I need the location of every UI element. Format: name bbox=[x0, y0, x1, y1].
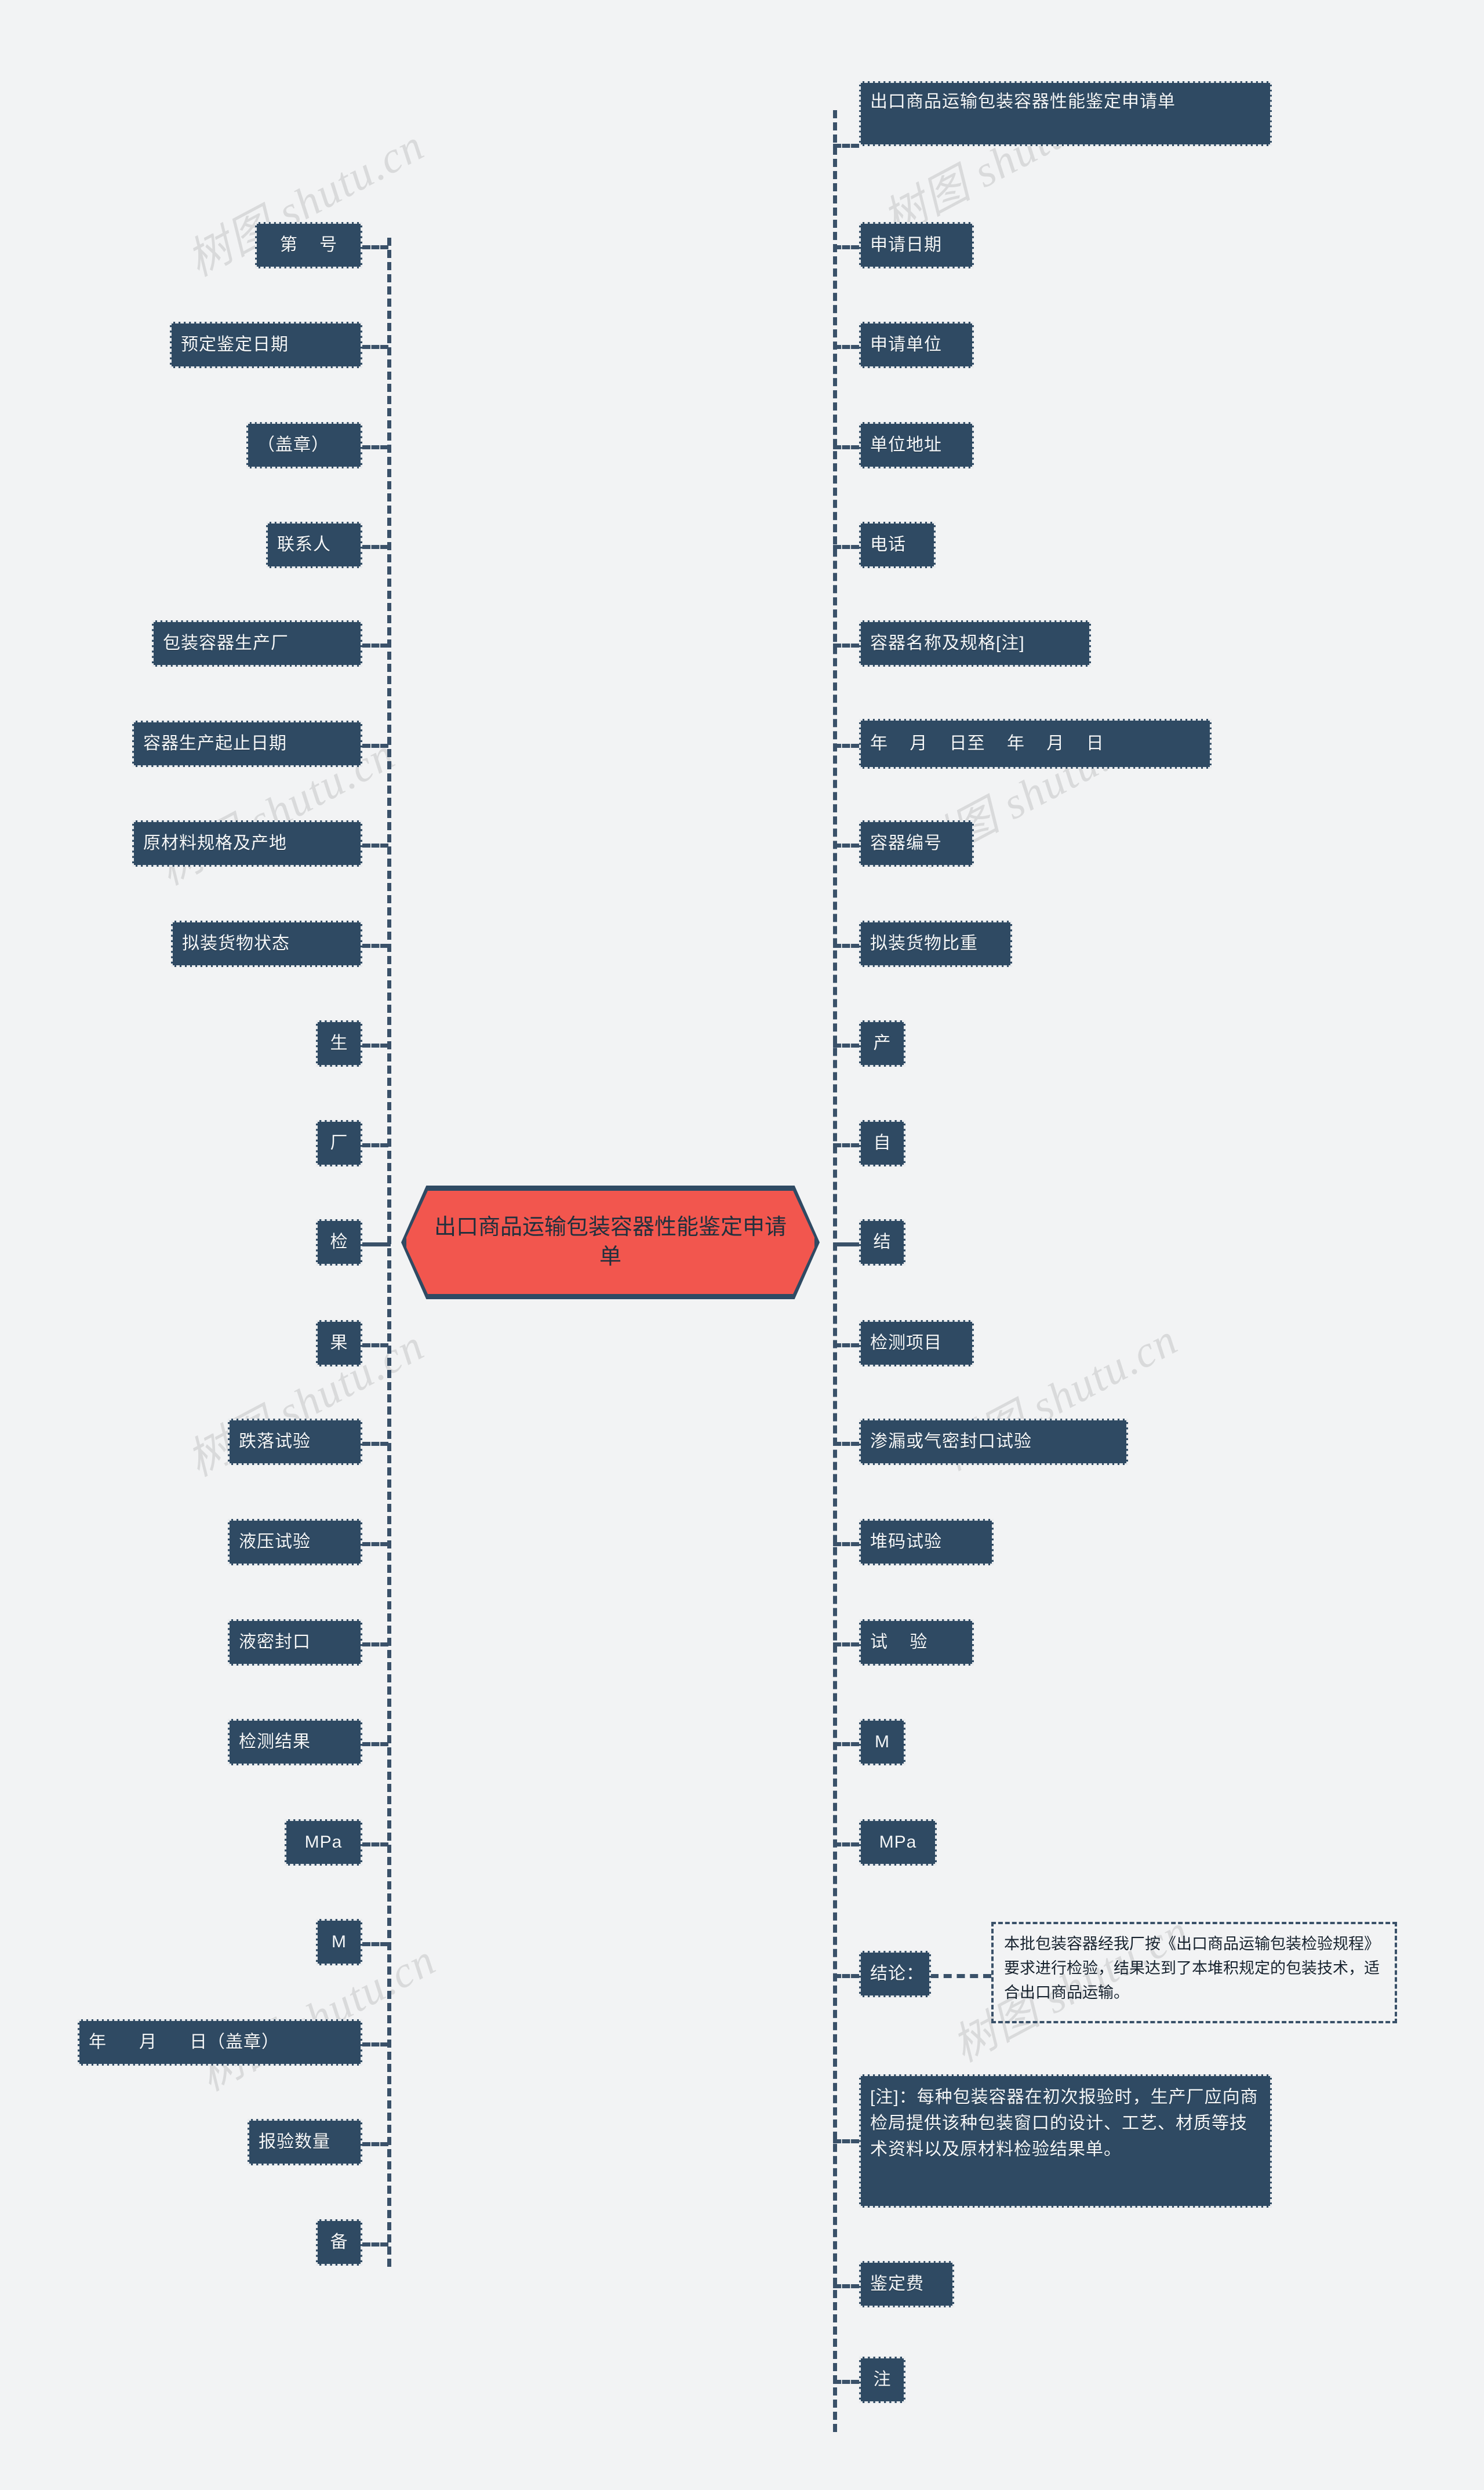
node-right-11[interactable]: 结 bbox=[859, 1219, 905, 1266]
branch-stub bbox=[362, 1242, 388, 1246]
branch-stub bbox=[833, 2284, 859, 2288]
branch-stub bbox=[833, 1442, 859, 1446]
branch-stub bbox=[362, 1742, 388, 1746]
branch-stub bbox=[362, 844, 388, 848]
branch-stub bbox=[362, 1442, 388, 1446]
branch-stub bbox=[833, 1143, 859, 1147]
node-left-0[interactable]: 第 号 bbox=[255, 222, 362, 268]
node-left-11[interactable]: 果 bbox=[316, 1320, 362, 1366]
node-right-18-conclusion-label[interactable]: 结论： bbox=[859, 1951, 931, 1997]
node-left-12[interactable]: 跌落试验 bbox=[228, 1419, 362, 1465]
conclusion-callout: 本批包装容器经我厂按《出口商品运输包装检验规程》要求进行检验，结果达到了本堆积规… bbox=[991, 1922, 1397, 2023]
node-right-1[interactable]: 申请日期 bbox=[859, 222, 974, 268]
mindmap-canvas: 树图 shutu.cn 树图 shutu.cn 树图 shutu.cn 树图 s… bbox=[0, 0, 1484, 2490]
node-right-12[interactable]: 检测项目 bbox=[859, 1320, 974, 1366]
node-left-7[interactable]: 拟装货物状态 bbox=[171, 921, 362, 967]
node-right-21[interactable]: 注 bbox=[859, 2357, 905, 2403]
branch-stub bbox=[833, 245, 859, 249]
right-spine bbox=[833, 110, 837, 2432]
branch-stub bbox=[362, 2042, 388, 2046]
branch-stub bbox=[833, 1242, 859, 1246]
branch-stub bbox=[362, 545, 388, 549]
node-right-19-note[interactable]: [注]：每种包装容器在初次报验时，生产厂应向商检局提供该种包装窗口的设计、工艺、… bbox=[859, 2074, 1272, 2208]
branch-stub bbox=[833, 1842, 859, 1846]
watermark: 树图 shutu.cn bbox=[191, 1935, 444, 2100]
node-right-14[interactable]: 堆码试验 bbox=[859, 1519, 994, 1565]
branch-stub bbox=[833, 2139, 859, 2143]
branch-stub bbox=[362, 1542, 388, 1546]
node-left-2[interactable]: （盖章） bbox=[246, 422, 362, 468]
branch-stub bbox=[362, 2142, 388, 2146]
branch-stub bbox=[362, 1842, 388, 1846]
node-right-9[interactable]: 产 bbox=[859, 1020, 905, 1067]
branch-stub bbox=[833, 345, 859, 349]
node-left-10[interactable]: 检 bbox=[316, 1219, 362, 1266]
branch-stub bbox=[833, 944, 859, 948]
node-left-3[interactable]: 联系人 bbox=[266, 522, 362, 568]
node-left-9[interactable]: 厂 bbox=[316, 1120, 362, 1166]
node-left-17[interactable]: M bbox=[316, 1919, 362, 1965]
branch-stub bbox=[362, 1642, 388, 1646]
branch-stub bbox=[833, 1742, 859, 1746]
node-right-20[interactable]: 鉴定费 bbox=[859, 2261, 954, 2307]
conclusion-connector bbox=[930, 1974, 991, 1978]
branch-stub bbox=[362, 2242, 388, 2247]
branch-stub bbox=[362, 1143, 388, 1147]
branch-stub bbox=[362, 445, 388, 449]
node-left-8[interactable]: 生 bbox=[316, 1020, 362, 1067]
branch-stub bbox=[833, 744, 859, 748]
node-left-4[interactable]: 包装容器生产厂 bbox=[152, 620, 362, 667]
branch-stub bbox=[833, 844, 859, 848]
node-right-4[interactable]: 电话 bbox=[859, 522, 936, 568]
branch-stub bbox=[833, 545, 859, 549]
node-left-13[interactable]: 液压试验 bbox=[228, 1519, 362, 1565]
branch-stub bbox=[362, 644, 388, 648]
node-left-14[interactable]: 液密封口 bbox=[228, 1619, 362, 1666]
branch-stub bbox=[833, 644, 859, 648]
node-right-5[interactable]: 容器名称及规格[注] bbox=[859, 620, 1091, 667]
branch-stub bbox=[833, 445, 859, 449]
branch-stub bbox=[833, 1642, 859, 1646]
branch-stub bbox=[362, 345, 388, 349]
node-right-17[interactable]: MPa bbox=[859, 1819, 937, 1866]
node-right-16[interactable]: M bbox=[859, 1719, 905, 1765]
branch-stub bbox=[362, 1942, 388, 1946]
branch-stub bbox=[833, 1542, 859, 1546]
node-right-8[interactable]: 拟装货物比重 bbox=[859, 921, 1012, 967]
node-right-13[interactable]: 渗漏或气密封口试验 bbox=[859, 1419, 1128, 1465]
branch-stub bbox=[833, 1974, 859, 1978]
node-right-3[interactable]: 单位地址 bbox=[859, 422, 974, 468]
node-left-5[interactable]: 容器生产起止日期 bbox=[132, 721, 362, 767]
node-right-7[interactable]: 容器编号 bbox=[859, 820, 974, 867]
branch-stub bbox=[833, 1044, 859, 1048]
branch-stub bbox=[362, 245, 388, 249]
node-left-6[interactable]: 原材料规格及产地 bbox=[132, 820, 362, 867]
node-right-0[interactable]: 出口商品运输包装容器性能鉴定申请单 bbox=[859, 81, 1272, 146]
node-left-18[interactable]: 年 月 日（盖章） bbox=[78, 2019, 362, 2066]
node-left-19[interactable]: 报验数量 bbox=[248, 2119, 362, 2165]
branch-stub bbox=[833, 2380, 859, 2384]
left-spine bbox=[387, 238, 391, 2267]
branch-stub bbox=[833, 1343, 859, 1347]
branch-stub bbox=[362, 1044, 388, 1048]
root-node[interactable]: 出口商品运输包装容器性能鉴定申请单 bbox=[404, 1188, 817, 1296]
branch-stub bbox=[362, 1343, 388, 1347]
branch-stub bbox=[362, 944, 388, 948]
node-right-2[interactable]: 申请单位 bbox=[859, 322, 974, 368]
node-right-15[interactable]: 试 验 bbox=[859, 1619, 974, 1666]
branch-stub bbox=[833, 144, 859, 148]
node-left-1[interactable]: 预定鉴定日期 bbox=[170, 322, 362, 368]
node-right-10[interactable]: 自 bbox=[859, 1120, 905, 1166]
branch-stub bbox=[362, 744, 388, 748]
node-right-6[interactable]: 年 月 日至 年 月 日 bbox=[859, 719, 1212, 769]
node-left-15[interactable]: 检测结果 bbox=[228, 1719, 362, 1765]
node-left-20[interactable]: 备 bbox=[316, 2219, 362, 2266]
node-left-16[interactable]: MPa bbox=[285, 1819, 362, 1866]
